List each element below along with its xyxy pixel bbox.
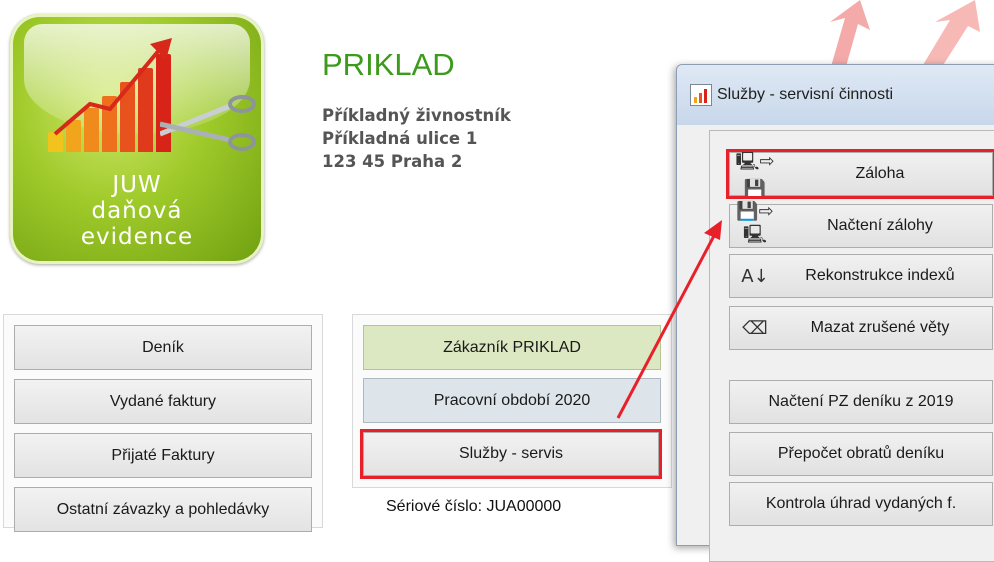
nacteni-pz-deniku-button[interactable]: Načtení PZ deníku z 2019 — [729, 380, 993, 424]
vydane-faktury-button[interactable]: Vydané faktury — [14, 379, 312, 424]
dialog-title-bar[interactable]: Služby - servisní činnosti — [677, 65, 994, 125]
zaloha-button[interactable]: 🖳⇨💾 Záloha — [726, 149, 994, 200]
pracovni-obdobi-button[interactable]: Pracovní období 2020 — [363, 378, 661, 423]
denik-button[interactable]: Deník — [14, 325, 312, 370]
dialog-title: Služby - servisní činnosti — [717, 86, 894, 103]
company-name: PRIKLAD — [322, 47, 455, 82]
sluzby-servis-button[interactable]: Služby - servis — [360, 429, 662, 479]
ostatni-zavazky-button[interactable]: Ostatní závazky a pohledávky — [14, 487, 312, 532]
logo-text-danova: daňová — [91, 198, 183, 224]
company-line-2: Příkladná ulice 1 — [322, 129, 478, 148]
disk-to-computer-icon: 💾⇨🖳 — [736, 200, 774, 245]
sort-az-icon: A↓ — [741, 265, 769, 287]
nacteni-zalohy-button[interactable]: 💾⇨🖳 Načtení zálohy — [729, 201, 993, 248]
computer-to-disk-icon: 🖳⇨💾 — [735, 150, 775, 200]
chart-app-icon — [690, 84, 712, 106]
company-line-1: Příkladný živnostník — [322, 106, 511, 125]
prepocet-obratu-button[interactable]: Přepočet obratů deníku — [729, 432, 993, 476]
app-logo: JUW daňová evidence — [10, 14, 264, 264]
decorative-arrows — [830, 0, 980, 70]
zakaznik-button[interactable]: Zákazník PRIKLAD — [363, 325, 661, 370]
serial-number: Sériové číslo: JUA00000 — [386, 498, 562, 515]
logo-text-juw: JUW — [112, 172, 162, 198]
kontrola-uhrad-button[interactable]: Kontrola úhrad vydaných f. — [729, 482, 993, 526]
logo-text-evidence: evidence — [80, 224, 194, 250]
company-line-3: 123 45 Praha 2 — [322, 152, 463, 171]
eraser-icon: ⌫ — [742, 317, 768, 339]
prijate-faktury-button[interactable]: Přijaté Faktury — [14, 433, 312, 478]
mazat-zrusene-vety-button[interactable]: ⌫ Mazat zrušené věty — [729, 306, 993, 350]
rekonstrukce-indexu-button[interactable]: A↓ Rekonstrukce indexů — [729, 254, 993, 298]
scissors-icon — [160, 95, 256, 151]
